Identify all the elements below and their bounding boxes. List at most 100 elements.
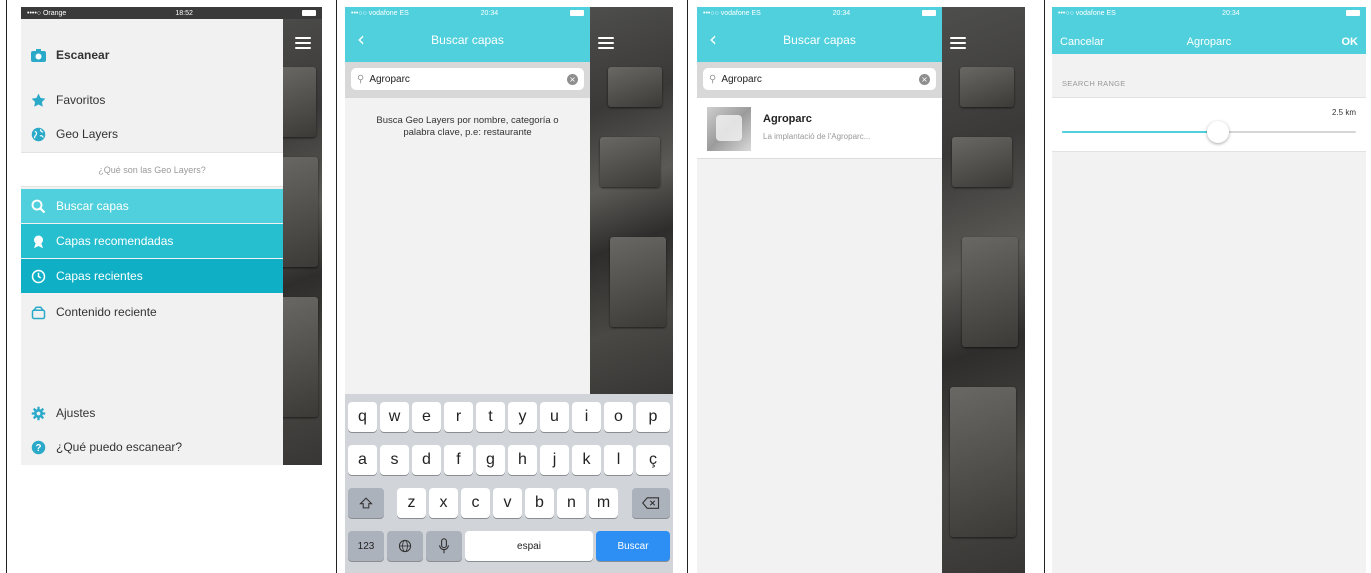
globe-key[interactable]: [387, 531, 423, 561]
range-panel: 2.5 km: [1052, 97, 1366, 152]
microphone-icon: [439, 538, 449, 554]
search-results-screen: •••○○ vodafone ES 20:34 ‹ Buscar capas ⚲…: [697, 7, 1025, 573]
key[interactable]: c: [461, 488, 490, 518]
space-key[interactable]: espai: [465, 531, 593, 561]
slider-thumb[interactable]: [1206, 121, 1229, 143]
key[interactable]: ç: [636, 445, 670, 475]
nav-bar: •••○○ vodafone ES 20:34 Cancelar Agropar…: [1052, 7, 1366, 54]
page-title: Agroparc: [1186, 36, 1232, 48]
key[interactable]: x: [429, 488, 458, 518]
keyboard: q w e r t y u i o p a s d f g h j k l ç …: [345, 394, 673, 573]
menu-item-contenido-reciente[interactable]: Contenido reciente: [21, 295, 283, 329]
key[interactable]: b: [525, 488, 554, 518]
shift-icon: [359, 497, 373, 509]
key[interactable]: a: [348, 445, 377, 475]
search-icon: ⚲: [709, 73, 717, 85]
content-icon: [31, 305, 46, 320]
carrier-label: •••○○ vodafone ES: [1058, 9, 1116, 17]
menu-item-escanear[interactable]: Escanear: [21, 38, 283, 72]
search-icon: [31, 199, 46, 214]
range-slider[interactable]: [1062, 121, 1356, 143]
page-title: Buscar capas: [431, 33, 504, 47]
key[interactable]: s: [380, 445, 409, 475]
menu-item-label: Escanear: [56, 48, 110, 62]
key[interactable]: e: [412, 402, 441, 432]
geo-layers-help-link[interactable]: ¿Qué son las Geo Layers?: [21, 152, 283, 187]
time-label: 20:34: [832, 9, 851, 17]
battery-icon: [570, 10, 584, 16]
key[interactable]: t: [476, 402, 505, 432]
key[interactable]: m: [589, 488, 618, 518]
section-label: SEARCH RANGE: [1062, 79, 1126, 88]
recommended-icon: [31, 234, 46, 249]
menu-item-que-puedo-escanear[interactable]: ? ¿Qué puedo escanear?: [21, 430, 283, 464]
key[interactable]: u: [540, 402, 569, 432]
clear-icon[interactable]: ×: [567, 73, 578, 85]
nav-bar: •••○○ vodafone ES 20:34 ‹ Buscar capas: [345, 7, 590, 62]
range-fill: [1062, 131, 1218, 133]
key[interactable]: k: [572, 445, 601, 475]
menu-item-capas-recomendadas[interactable]: Capas recomendadas: [21, 224, 283, 258]
backspace-key[interactable]: [632, 488, 670, 518]
shift-key[interactable]: [348, 488, 384, 518]
star-icon: [31, 93, 46, 108]
key[interactable]: o: [604, 402, 633, 432]
key[interactable]: j: [540, 445, 569, 475]
hamburger-menu-icon[interactable]: [598, 37, 614, 49]
result-subtitle: La implantació de l'Agroparc...: [763, 132, 871, 141]
menu-item-buscar-capas[interactable]: Buscar capas: [21, 189, 283, 223]
microphone-key[interactable]: [426, 531, 462, 561]
status-bar: •••○○ vodafone ES 20:34: [345, 7, 590, 19]
divider: [1044, 0, 1045, 573]
buscar-key[interactable]: Buscar: [596, 531, 670, 561]
status-bar: ••••○ Orange 18:52: [21, 7, 322, 19]
key[interactable]: w: [380, 402, 409, 432]
key[interactable]: z: [397, 488, 426, 518]
menu-item-favoritos[interactable]: Favoritos: [21, 83, 283, 117]
divider: [687, 0, 688, 573]
battery-icon: [1346, 10, 1360, 16]
hamburger-menu-icon[interactable]: [950, 37, 966, 49]
menu-item-ajustes[interactable]: Ajustes: [21, 396, 283, 430]
key[interactable]: p: [636, 402, 670, 432]
menu-item-label: Contenido reciente: [56, 305, 157, 319]
search-input[interactable]: ⚲ Agroparc ×: [703, 68, 936, 90]
key[interactable]: v: [493, 488, 522, 518]
key[interactable]: n: [557, 488, 586, 518]
time-label: 20:34: [480, 9, 499, 17]
result-list-item[interactable]: Agroparc La implantació de l'Agroparc...: [697, 98, 942, 159]
svg-text:?: ?: [36, 442, 42, 453]
key[interactable]: i: [572, 402, 601, 432]
carrier-label: •••○○ vodafone ES: [703, 9, 761, 17]
key[interactable]: r: [444, 402, 473, 432]
key[interactable]: d: [412, 445, 441, 475]
key[interactable]: y: [508, 402, 537, 432]
gear-icon: [31, 406, 46, 421]
nav-bar: •••○○ vodafone ES 20:34 ‹ Buscar capas: [697, 7, 942, 62]
key[interactable]: h: [508, 445, 537, 475]
globe-icon: [398, 539, 412, 553]
divider: [6, 0, 7, 573]
key[interactable]: f: [444, 445, 473, 475]
result-thumbnail: [707, 107, 751, 151]
key[interactable]: l: [604, 445, 633, 475]
ok-button[interactable]: OK: [1342, 36, 1359, 48]
camera-icon: [31, 48, 46, 63]
status-bar: •••○○ vodafone ES 20:34: [1052, 7, 1366, 19]
menu-item-capas-recientes[interactable]: Capas recientes: [21, 259, 283, 293]
key[interactable]: g: [476, 445, 505, 475]
hamburger-menu-icon[interactable]: [295, 37, 311, 49]
search-bar: ⚲ Agroparc ×: [697, 62, 942, 98]
key[interactable]: q: [348, 402, 377, 432]
search-hint: Busca Geo Layers por nombre, categoría o…: [376, 115, 559, 138]
clear-icon[interactable]: ×: [919, 73, 930, 85]
menu-item-geo-layers[interactable]: Geo Layers: [21, 117, 283, 151]
search-bar: ⚲ Agroparc ×: [345, 62, 590, 98]
search-input[interactable]: ⚲ Agroparc ×: [351, 68, 584, 90]
numbers-key[interactable]: 123: [348, 531, 384, 561]
menu-item-label: Favoritos: [56, 93, 106, 107]
backspace-icon: [642, 497, 660, 509]
menu-item-label: Ajustes: [56, 406, 96, 420]
menu-item-label: Geo Layers: [56, 127, 119, 141]
carrier-label: •••○○ vodafone ES: [351, 9, 409, 17]
